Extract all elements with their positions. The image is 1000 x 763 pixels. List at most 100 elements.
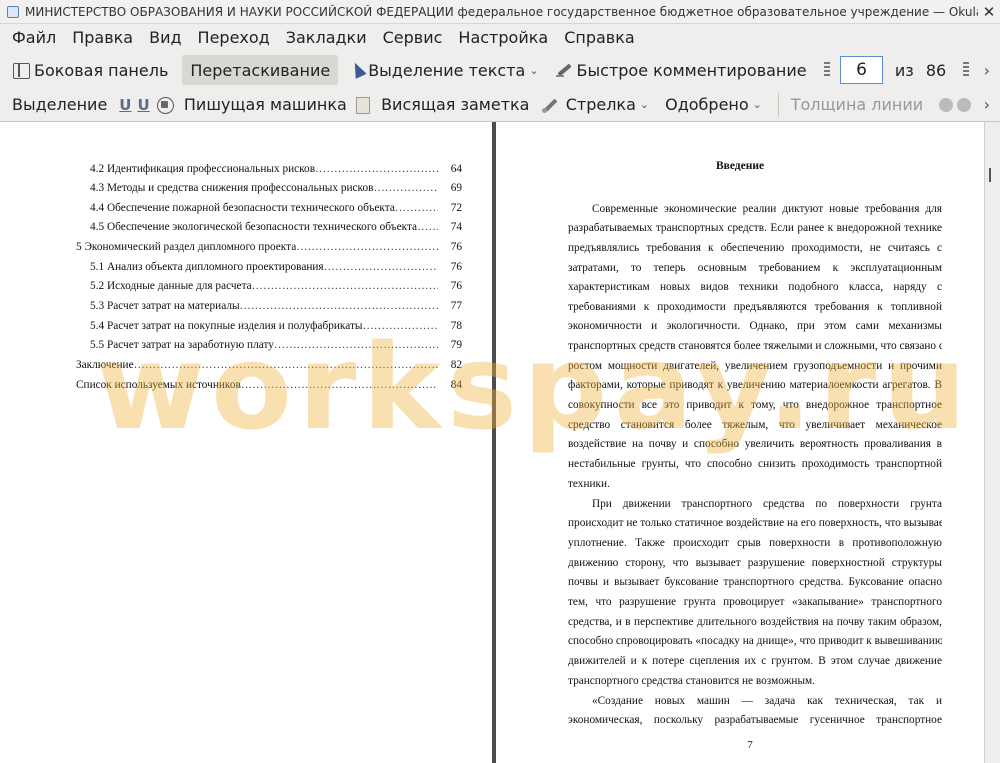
color-picker-icon[interactable] (937, 96, 954, 114)
typewriter-tool-label: Пишущая машинка (183, 95, 347, 114)
body-text-line: предъявлялись требования к обеспечению п… (568, 242, 942, 254)
body-text-line: При движении транспортного средства по п… (592, 498, 942, 510)
pen-icon (555, 61, 573, 79)
toc-entry[interactable]: Заключение82 (76, 356, 462, 374)
section-heading: Введение (715, 160, 765, 172)
okular-app-icon (6, 5, 19, 18)
body-text-line: уплотнение. Также происходит срыв поверх… (568, 537, 942, 549)
sticky-note-label: Висящая заметка (381, 95, 530, 114)
text-selection-label: Выделение текста (368, 60, 526, 80)
close-window-button[interactable]: ✕ (978, 3, 1000, 21)
arrow-tool-button[interactable]: Стрелка ⌄ (560, 90, 659, 120)
approved-stamp-button[interactable]: Одобрено ⌄ (659, 90, 772, 120)
toc-entry[interactable]: Список используемых источников84 (76, 376, 462, 394)
page-number-input[interactable]: 6 (840, 56, 883, 84)
body-text-line: ростом мощности двигателей, увеличением … (568, 360, 942, 372)
body-text-line: требованиями к проходимости предъявляютс… (568, 301, 942, 313)
body-text-line: разрабатываемых транспортных средств. Ес… (568, 222, 942, 234)
body-text-line: транспортных средств становятся более тя… (568, 340, 942, 352)
underline-icon[interactable]: U (113, 96, 137, 114)
opacity-icon[interactable] (955, 96, 972, 114)
page-total-label: 86 (925, 60, 947, 80)
chevron-down-icon[interactable]: ⌄ (529, 64, 538, 77)
sidebar-toggle-label: Боковая панель (34, 60, 169, 80)
scrollbar-thumb[interactable] (989, 168, 991, 182)
vertical-scrollbar[interactable] (984, 122, 1000, 763)
sidebar-panel-icon (12, 61, 30, 79)
body-text-line: способно спровоцировать «посадку на днищ… (568, 635, 942, 647)
toc-entry[interactable]: 4.4 Обеспечение пожарной безопасности те… (90, 199, 462, 217)
menu-go[interactable]: Переход (190, 26, 278, 50)
chevron-down-icon[interactable]: ⌄ (753, 98, 762, 111)
body-text-line: транспортного средства становится не воз… (568, 675, 816, 687)
document-viewport[interactable]: 4.2 Идентификация профессиональных риско… (0, 122, 1000, 763)
cursor-arrow-icon (350, 61, 364, 79)
main-toolbar: Боковая панель Перетаскивание Выделение … (0, 52, 1000, 88)
browse-tool-label: Перетаскивание (190, 60, 331, 80)
body-text-line: факторами, которые приводят к увеличению… (568, 379, 942, 391)
chevron-down-icon[interactable]: ⌄ (640, 98, 649, 111)
line-width-button[interactable]: Толщина линии (785, 90, 930, 120)
menu-edit[interactable]: Правка (64, 26, 141, 50)
menubar: Файл Правка Вид Переход Закладки Сервис … (0, 24, 1000, 52)
body-text-line: экономическая, поскольку разрабатываемые… (568, 714, 942, 726)
menu-view[interactable]: Вид (141, 26, 189, 50)
menu-file[interactable]: Файл (4, 26, 64, 50)
quick-annotation-label: Быстрое комментирование (576, 60, 807, 80)
body-text-line: техники. (568, 478, 610, 490)
toolbar-overflow-icon[interactable]: › (974, 61, 1000, 80)
menu-bookmarks[interactable]: Закладки (278, 26, 375, 50)
page-number: 7 (747, 739, 753, 751)
toc-entry[interactable]: 5.2 Исходные данные для расчета76 (90, 277, 462, 295)
quick-annotation-button[interactable]: Быстрое комментирование (549, 55, 813, 85)
toc-entry[interactable]: 5 Экономический раздел дипломного проект… (76, 238, 462, 256)
menu-help[interactable]: Справка (556, 26, 643, 50)
highlight-tool-button[interactable]: Выделение (6, 90, 113, 120)
toolbar-separator (777, 92, 779, 117)
text-selection-button[interactable]: Выделение текста ⌄ (344, 55, 548, 85)
menu-settings[interactable]: Настройка (450, 26, 556, 50)
sidebar-toggle-button[interactable]: Боковая панель (6, 55, 174, 85)
body-text-line: средство становится более тяжелым, что у… (568, 419, 942, 431)
body-text-line: затратами, то теперь основным требование… (568, 262, 942, 274)
line-width-label: Толщина линии (790, 95, 924, 114)
body-text-line: происходит не только статичное воздейств… (568, 517, 942, 529)
brush-icon (541, 96, 555, 114)
arrow-tool-label: Стрелка (565, 95, 636, 114)
menu-tools[interactable]: Сервис (375, 26, 451, 50)
toc-entry[interactable]: 5.3 Расчет затрат на материалы77 (90, 297, 462, 315)
toolbar-overflow-icon[interactable]: › (974, 95, 1000, 114)
squiggle-underline-icon[interactable]: U (137, 96, 155, 114)
toc-entry[interactable]: 5.4 Расчет затрат на покупные изделия и … (90, 317, 462, 335)
body-text-line: «Создание новых машин — задача как техни… (592, 695, 942, 707)
note-icon (353, 96, 371, 114)
toc-entry[interactable]: 5.5 Расчет затрат на заработную плату79 (90, 336, 462, 354)
document-page-left: 4.2 Идентификация профессиональных риско… (0, 122, 492, 763)
typewriter-tool-button[interactable]: Пишущая машинка (178, 90, 353, 120)
toc-entry[interactable]: 5.1 Анализ объекта дипломного проектиров… (90, 258, 462, 276)
body-text-line: Современные экономические реалии диктуют… (592, 203, 942, 215)
highlight-tool-label: Выделение (12, 95, 108, 114)
stamp-tool-icon[interactable] (156, 96, 174, 114)
document-page-right: Введение Современные экономические реали… (496, 122, 984, 763)
body-text-line: нестабильные грунты, что способно снизит… (568, 458, 942, 470)
body-text-line: средства, и в перспективе длительного во… (568, 616, 942, 628)
next-page-icon[interactable] (962, 61, 970, 79)
body-text-line: воздействие на почву и способно увеличит… (568, 438, 942, 450)
body-text-line: экономичности и экологичности. Однако, п… (568, 320, 942, 332)
toc-entry[interactable]: 4.3 Методы и средства снижения профессон… (90, 179, 462, 197)
browse-tool-button[interactable]: Перетаскивание (182, 55, 339, 85)
toc-entry[interactable]: 4.2 Идентификация профессиональных риско… (90, 160, 462, 178)
body-text-line: тем, что разрушение грунта провоцирует «… (568, 596, 942, 608)
window-titlebar: МИНИСТЕРСТВО ОБРАЗОВАНИЯ И НАУКИ РОССИЙС… (0, 0, 1000, 24)
body-text-line: почвы и вызывает буксование транспортног… (568, 576, 942, 588)
toc-entry[interactable]: 4.5 Обеспечение экологической безопаснос… (90, 218, 462, 236)
window-title: МИНИСТЕРСТВО ОБРАЗОВАНИЯ И НАУКИ РОССИЙС… (25, 4, 978, 19)
body-text-line: движению сторону, что вызывает разрушени… (568, 557, 942, 569)
approved-stamp-label: Одобрено (665, 95, 749, 114)
previous-page-icon[interactable] (823, 61, 831, 79)
body-text-line: движителей и к потере сцепления их с гру… (568, 655, 942, 667)
sticky-note-button[interactable]: Висящая заметка (375, 90, 535, 120)
page-of-label: из (894, 60, 914, 80)
body-text-line: характеристикам новых видов техники подо… (568, 281, 942, 293)
